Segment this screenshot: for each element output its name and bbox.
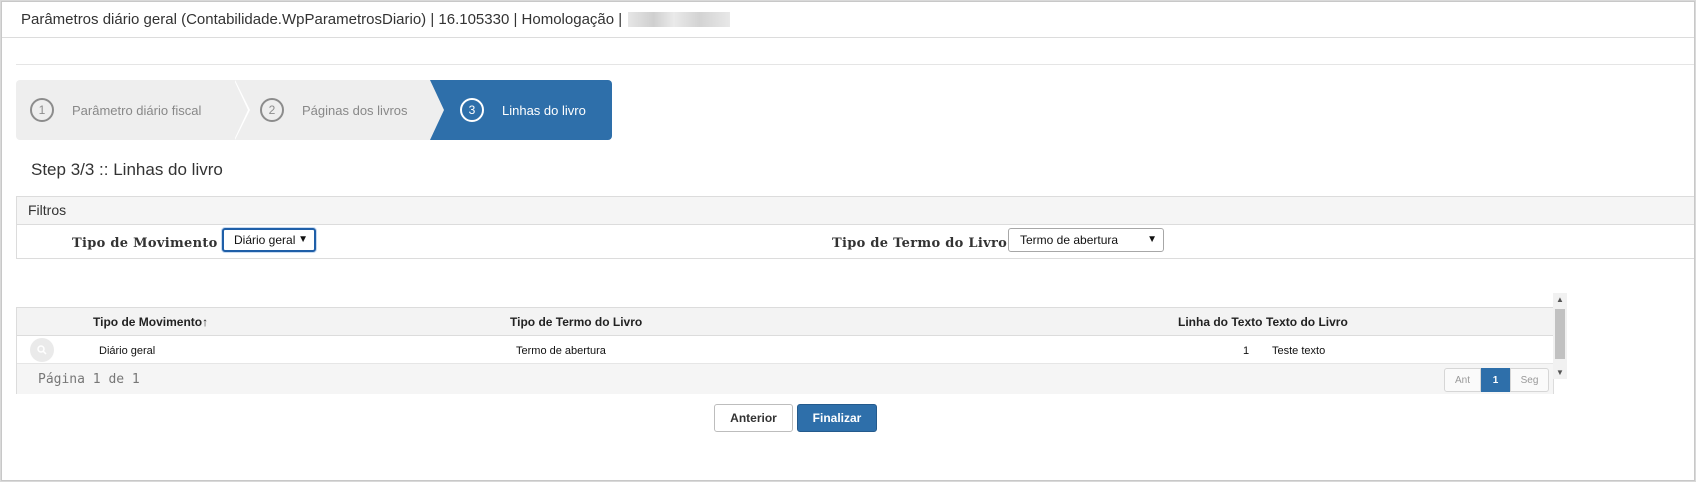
column-header-tipo-movimento[interactable]: Tipo de Movimento↑ [93,315,208,329]
grid-footer: Página 1 de 1 Ant 1 Seg [17,364,1553,394]
window-title: Parâmetros diário geral (Contabilidade.W… [21,10,623,28]
cell-tipo-movimento: Diário geral [99,345,156,357]
pager-next-button[interactable]: Seg [1510,368,1549,392]
pager-prev-button[interactable]: Ant [1444,368,1481,392]
wizard-step-3[interactable]: 3 Linhas do livro [430,80,612,140]
sort-arrow-icon: ↑ [202,315,209,329]
anterior-button[interactable]: Anterior [714,404,793,432]
tipo-termo-label: Tipo de Termo do Livro [832,236,1008,251]
page-title: Step 3/3 :: Linhas do livro [31,160,223,179]
grid-scrollbar[interactable]: ▲ ▼ [1553,293,1567,379]
column-header-linha[interactable]: Linha do Texto [1178,315,1262,329]
column-header-tipo-termo[interactable]: Tipo de Termo do Livro [510,315,642,329]
pager: Ant 1 Seg [1444,368,1549,392]
filters-header: Filtros [17,197,1694,225]
wizard-step-2[interactable]: 2 Páginas dos livros [234,80,446,140]
step-number: 2 [260,98,284,122]
scroll-down-icon[interactable]: ▼ [1556,368,1564,377]
chevron-down-icon: ▼ [298,234,308,245]
finalizar-button[interactable]: Finalizar [797,404,877,432]
wizard-step-1[interactable]: 1 Parâmetro diário fiscal [16,80,250,140]
scroll-thumb[interactable] [1555,309,1565,359]
chevron-right-icon [234,80,248,140]
wizard-steps: 1 Parâmetro diário fiscal 2 Páginas dos … [16,80,612,140]
scroll-up-icon[interactable]: ▲ [1556,295,1564,304]
grid-header: Tipo de Movimento↑ Tipo de Termo do Livr… [17,308,1553,336]
title-bar: Parâmetros diário geral (Contabilidade.W… [2,2,1694,38]
chevron-right-icon [430,80,444,140]
cell-tipo-termo: Termo de abertura [516,345,606,357]
step-number: 1 [30,98,54,122]
filters-panel: Filtros Tipo de Movimento Diário geral ▼… [16,196,1694,259]
chevron-down-icon: ▼ [1147,234,1157,245]
tipo-movimento-label: Tipo de Movimento [72,236,218,251]
table-row[interactable]: Diário geral Termo de abertura 1 Teste t… [17,336,1553,364]
app-window: Parâmetros diário geral (Contabilidade.W… [1,1,1695,481]
step-label: Linhas do livro [502,102,586,118]
filters-row: Tipo de Movimento Diário geral ▼ Tipo de… [17,225,1694,259]
cell-linha: 1 [1243,345,1250,357]
pager-page-button[interactable]: 1 [1481,368,1510,392]
search-icon[interactable] [30,338,54,362]
redacted-user [628,12,731,27]
results-grid: Tipo de Movimento↑ Tipo de Termo do Livr… [16,307,1554,394]
step-number: 3 [460,98,484,122]
step-label: Parâmetro diário fiscal [72,102,202,118]
step-label: Páginas dos livros [302,102,408,118]
tipo-termo-select[interactable]: Termo de abertura ▼ [1008,228,1164,252]
column-header-texto[interactable]: Texto do Livro [1266,315,1348,329]
page-info: Página 1 de 1 [38,372,140,387]
tipo-movimento-select[interactable]: Diário geral ▼ [222,228,316,252]
cell-texto: Teste texto [1272,345,1326,357]
